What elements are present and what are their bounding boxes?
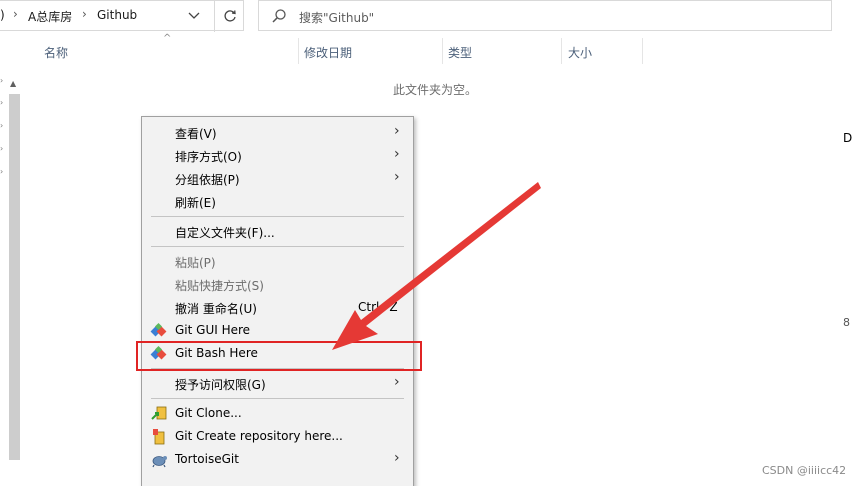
background-window-fragment: D (843, 131, 853, 145)
git-icon (150, 322, 167, 337)
nav-expand-icon[interactable]: › (0, 167, 3, 176)
column-header-name[interactable]: 名称 (42, 37, 298, 65)
breadcrumb-a-warehouse[interactable]: A总库房 (28, 8, 72, 25)
column-header-label: 修改日期 (304, 46, 353, 60)
chevron-right-icon: › (394, 374, 400, 390)
tortoisegit-icon (152, 456, 167, 468)
menu-item-paste: 粘贴(P) (142, 250, 413, 273)
nav-expand-icon[interactable]: › (0, 76, 3, 85)
breadcrumb-separator-icon: › (82, 7, 87, 21)
column-header-type[interactable]: 类型 (443, 37, 561, 65)
nav-expand-icon[interactable]: › (0, 121, 3, 130)
column-header-label: 大小 (568, 46, 593, 60)
scrollbar-thumb[interactable] (9, 94, 20, 460)
menu-item-label: 撤消 重命名(U) (175, 302, 257, 316)
breadcrumb-github[interactable]: Github (97, 8, 137, 22)
search-placeholder: 搜索"Github" (299, 11, 375, 25)
menu-item-label: 排序方式(O) (175, 150, 242, 164)
scroll-up-icon[interactable]: ▲ (10, 79, 16, 88)
menu-item-view[interactable]: 查看(V) › (142, 121, 413, 144)
menu-item-sort-by[interactable]: 排序方式(O) › (142, 144, 413, 167)
menu-item-git-create-repository[interactable]: Git Create repository here... (142, 425, 413, 448)
menu-item-label: 查看(V) (175, 127, 217, 141)
menu-item-label: Git Clone... (175, 406, 242, 420)
menu-separator (151, 246, 404, 247)
menu-item-label: 刷新(E) (175, 196, 216, 210)
menu-item-label: Git Create repository here... (175, 429, 343, 443)
search-input[interactable]: 搜索"Github" (258, 0, 832, 31)
menu-item-group-by[interactable]: 分组依据(P) › (142, 167, 413, 190)
annotation-arrow-icon (332, 182, 541, 350)
menu-item-give-access[interactable]: 授予访问权限(G) › (142, 372, 413, 395)
chevron-down-icon[interactable] (186, 7, 202, 23)
address-bar[interactable]: ) › A总库房 › Github (0, 0, 244, 32)
background-window-fragment: 8 (843, 316, 850, 329)
menu-item-label: Git GUI Here (175, 323, 251, 337)
menu-item-paste-shortcut: 粘贴快捷方式(S) (142, 273, 413, 296)
column-header-date-modified[interactable]: 修改日期 (299, 37, 442, 65)
navigation-pane-scrollbar[interactable]: ▲ ▼ › › › › › (0, 38, 21, 468)
menu-separator (151, 398, 404, 399)
file-explorer-window: ) › A总库房 › Github 搜索"Github" ▲ ▼ › › › ›… (0, 0, 853, 486)
chevron-right-icon: › (394, 146, 400, 162)
menu-item-label: 粘贴(P) (175, 256, 216, 270)
chevron-right-icon: › (394, 169, 400, 185)
empty-folder-message: 此文件夹为空。 (393, 83, 478, 97)
menu-item-refresh[interactable]: 刷新(E) (142, 190, 413, 213)
refresh-button[interactable] (214, 1, 244, 32)
search-icon (272, 9, 286, 23)
menu-item-undo-rename[interactable]: 撤消 重命名(U) Ctrl+Z (142, 296, 413, 319)
menu-item-label: 自定义文件夹(F)... (175, 226, 275, 240)
breadcrumb-separator-icon: › (13, 7, 18, 21)
breadcrumb-fragment: ) (0, 8, 5, 22)
chevron-right-icon: › (394, 123, 400, 139)
nav-expand-icon[interactable]: › (0, 98, 3, 107)
nav-expand-icon[interactable]: › (0, 144, 3, 153)
context-menu: 查看(V) › 排序方式(O) › 分组依据(P) › 刷新(E) 自定义文件夹… (141, 116, 414, 486)
menu-item-tortoisegit[interactable]: TortoiseGit › (142, 448, 413, 471)
annotation-highlight-box (136, 341, 422, 371)
chevron-right-icon: › (394, 450, 400, 466)
tortoisegit-create-icon (153, 429, 165, 445)
refresh-icon (224, 10, 236, 22)
menu-item-customize-folder[interactable]: 自定义文件夹(F)... (142, 220, 413, 243)
menu-item-label: 分组依据(P) (175, 173, 240, 187)
menu-item-shortcut: Ctrl+Z (358, 300, 398, 314)
tortoisegit-clone-icon (151, 406, 167, 420)
column-header-label: 类型 (448, 46, 473, 60)
menu-item-label: TortoiseGit (175, 452, 239, 466)
menu-item-git-gui-here[interactable]: Git GUI Here (142, 319, 413, 342)
column-header-size[interactable]: 大小 (562, 37, 642, 65)
watermark: CSDN @iiiicc42 (762, 464, 847, 477)
menu-separator (151, 216, 404, 217)
menu-item-git-clone[interactable]: Git Clone... (142, 402, 413, 425)
menu-item-label: 粘贴快捷方式(S) (175, 279, 264, 293)
column-divider[interactable] (642, 38, 643, 64)
menu-item-label: 授予访问权限(G) (175, 378, 266, 392)
column-header-label: 名称 (44, 46, 69, 60)
